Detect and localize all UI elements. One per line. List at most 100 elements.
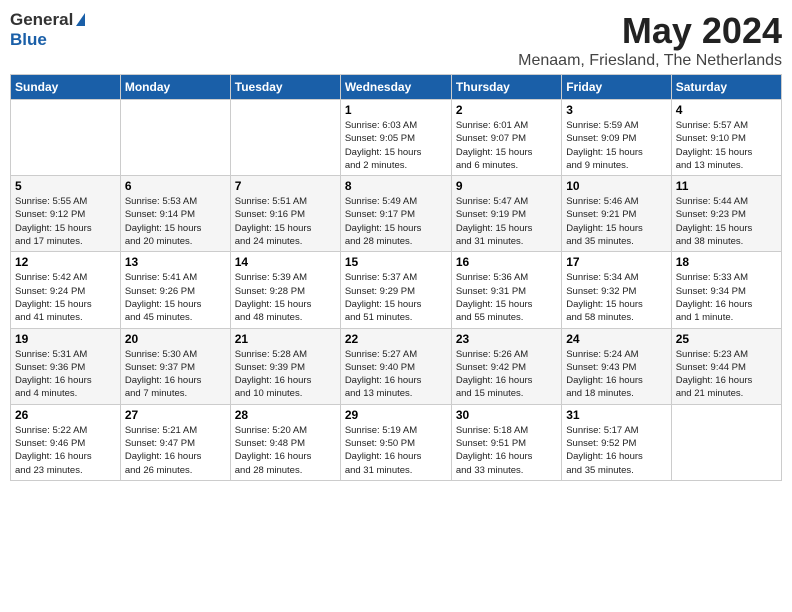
calendar-cell-w5-d0: 26 Sunrise: 5:22 AMSunset: 9:46 PMDayligh…: [11, 404, 121, 480]
day-info: Sunrise: 5:17 AMSunset: 9:52 PMDaylight:…: [566, 424, 666, 477]
calendar-cell-w4-d3: 22Sunrise: 5:27 AMSunset: 9:40 PMDayligh…: [340, 328, 451, 404]
day-number: 21: [235, 332, 336, 346]
calendar-cell-w4-d2: 21 Sunrise: 5:28 AMSunset: 9:39 PMDayligh…: [230, 328, 340, 404]
calendar-cell-w1-d3: 1 Sunrise: 6:03 AMSunset: 9:05 PMDaylight…: [340, 100, 451, 176]
day-info: Sunrise: 5:36 AMSunset: 9:31 PMDaylight:…: [456, 271, 557, 324]
day-info: Sunrise: 5:42 AMSunset: 9:24 PMDaylight:…: [15, 271, 116, 324]
day-info: Sunrise: 5:39 AMSunset: 9:28 PMDaylight:…: [235, 271, 336, 324]
day-info: Sunrise: 5:37 AMSunset: 9:29 PMDaylight:…: [345, 271, 447, 324]
calendar-header-row: Sunday Monday Tuesday Wednesday Thursday…: [11, 75, 782, 100]
day-info: Sunrise: 5:46 AMSunset: 9:21 PMDaylight:…: [566, 195, 666, 248]
header-friday: Friday: [562, 75, 671, 100]
calendar-cell-w5-d4: 30 Sunrise: 5:18 AMSunset: 9:51 PMDayligh…: [451, 404, 561, 480]
day-info: Sunrise: 6:03 AMSunset: 9:05 PMDaylight:…: [345, 119, 447, 172]
day-number: 28: [235, 408, 336, 422]
calendar-week-1: 1 Sunrise: 6:03 AMSunset: 9:05 PMDaylight…: [11, 100, 782, 176]
day-number: 16: [456, 255, 557, 269]
day-number: 30: [456, 408, 557, 422]
day-info: Sunrise: 5:33 AMSunset: 9:34 PMDaylight:…: [676, 271, 777, 324]
calendar: Sunday Monday Tuesday Wednesday Thursday…: [10, 74, 782, 481]
calendar-cell-w2-d5: 10 Sunrise: 5:46 AMSunset: 9:21 PMDayligh…: [562, 176, 671, 252]
header-saturday: Saturday: [671, 75, 781, 100]
day-info: Sunrise: 5:22 AMSunset: 9:46 PMDaylight:…: [15, 424, 116, 477]
calendar-cell-w1-d2: [230, 100, 340, 176]
header: General Blue May 2024 Menaam, Friesland,…: [10, 10, 782, 70]
day-number: 27: [125, 408, 226, 422]
logo-general: General: [10, 10, 73, 30]
day-info: Sunrise: 5:21 AMSunset: 9:47 PMDaylight:…: [125, 424, 226, 477]
day-number: 10: [566, 179, 666, 193]
day-number: 3: [566, 103, 666, 117]
calendar-week-4: 19Sunrise: 5:31 AMSunset: 9:36 PMDayligh…: [11, 328, 782, 404]
title-area: May 2024 Menaam, Friesland, The Netherla…: [518, 10, 782, 70]
day-number: 1: [345, 103, 447, 117]
day-number: 14: [235, 255, 336, 269]
calendar-cell-w2-d3: 8 Sunrise: 5:49 AMSunset: 9:17 PMDaylight…: [340, 176, 451, 252]
calendar-cell-w5-d1: 27 Sunrise: 5:21 AMSunset: 9:47 PMDayligh…: [120, 404, 230, 480]
calendar-week-5: 26 Sunrise: 5:22 AMSunset: 9:46 PMDayligh…: [11, 404, 782, 480]
calendar-cell-w4-d0: 19Sunrise: 5:31 AMSunset: 9:36 PMDayligh…: [11, 328, 121, 404]
logo-blue: Blue: [10, 30, 47, 50]
calendar-cell-w5-d5: 31 Sunrise: 5:17 AMSunset: 9:52 PMDayligh…: [562, 404, 671, 480]
day-number: 15: [345, 255, 447, 269]
header-thursday: Thursday: [451, 75, 561, 100]
calendar-cell-w1-d4: 2 Sunrise: 6:01 AMSunset: 9:07 PMDaylight…: [451, 100, 561, 176]
header-wednesday: Wednesday: [340, 75, 451, 100]
day-info: Sunrise: 5:18 AMSunset: 9:51 PMDaylight:…: [456, 424, 557, 477]
calendar-week-2: 5Sunrise: 5:55 AMSunset: 9:12 PMDaylight…: [11, 176, 782, 252]
day-info: Sunrise: 5:19 AMSunset: 9:50 PMDaylight:…: [345, 424, 447, 477]
day-number: 2: [456, 103, 557, 117]
day-number: 26: [15, 408, 116, 422]
day-info: Sunrise: 5:57 AMSunset: 9:10 PMDaylight:…: [676, 119, 777, 172]
day-number: 5: [15, 179, 116, 193]
day-info: Sunrise: 5:30 AMSunset: 9:37 PMDaylight:…: [125, 348, 226, 401]
logo-triangle-icon: [76, 13, 85, 26]
day-info: Sunrise: 5:20 AMSunset: 9:48 PMDaylight:…: [235, 424, 336, 477]
calendar-cell-w5-d2: 28 Sunrise: 5:20 AMSunset: 9:48 PMDayligh…: [230, 404, 340, 480]
day-info: Sunrise: 5:34 AMSunset: 9:32 PMDaylight:…: [566, 271, 666, 324]
calendar-cell-w3-d2: 14 Sunrise: 5:39 AMSunset: 9:28 PMDayligh…: [230, 252, 340, 328]
day-info: Sunrise: 5:31 AMSunset: 9:36 PMDaylight:…: [15, 348, 116, 401]
calendar-cell-w3-d5: 17 Sunrise: 5:34 AMSunset: 9:32 PMDayligh…: [562, 252, 671, 328]
day-info: Sunrise: 5:53 AMSunset: 9:14 PMDaylight:…: [125, 195, 226, 248]
day-number: 8: [345, 179, 447, 193]
day-info: Sunrise: 5:41 AMSunset: 9:26 PMDaylight:…: [125, 271, 226, 324]
logo: General Blue: [10, 10, 85, 50]
day-info: Sunrise: 6:01 AMSunset: 9:07 PMDaylight:…: [456, 119, 557, 172]
calendar-cell-w4-d6: 25 Sunrise: 5:23 AMSunset: 9:44 PMDayligh…: [671, 328, 781, 404]
calendar-cell-w2-d4: 9 Sunrise: 5:47 AMSunset: 9:19 PMDaylight…: [451, 176, 561, 252]
day-number: 4: [676, 103, 777, 117]
day-number: 7: [235, 179, 336, 193]
calendar-cell-w3-d1: 13 Sunrise: 5:41 AMSunset: 9:26 PMDayligh…: [120, 252, 230, 328]
day-info: Sunrise: 5:26 AMSunset: 9:42 PMDaylight:…: [456, 348, 557, 401]
day-info: Sunrise: 5:49 AMSunset: 9:17 PMDaylight:…: [345, 195, 447, 248]
calendar-cell-w1-d6: 4 Sunrise: 5:57 AMSunset: 9:10 PMDaylight…: [671, 100, 781, 176]
calendar-cell-w2-d6: 11Sunrise: 5:44 AMSunset: 9:23 PMDayligh…: [671, 176, 781, 252]
day-number: 25: [676, 332, 777, 346]
day-number: 6: [125, 179, 226, 193]
day-number: 20: [125, 332, 226, 346]
calendar-week-3: 12Sunrise: 5:42 AMSunset: 9:24 PMDayligh…: [11, 252, 782, 328]
day-number: 18: [676, 255, 777, 269]
day-info: Sunrise: 5:47 AMSunset: 9:19 PMDaylight:…: [456, 195, 557, 248]
day-info: Sunrise: 5:23 AMSunset: 9:44 PMDaylight:…: [676, 348, 777, 401]
calendar-cell-w1-d0: [11, 100, 121, 176]
day-number: 29: [345, 408, 447, 422]
location-title: Menaam, Friesland, The Netherlands: [518, 52, 782, 70]
calendar-cell-w2-d1: 6 Sunrise: 5:53 AMSunset: 9:14 PMDaylight…: [120, 176, 230, 252]
day-info: Sunrise: 5:28 AMSunset: 9:39 PMDaylight:…: [235, 348, 336, 401]
day-number: 31: [566, 408, 666, 422]
calendar-cell-w4-d4: 23 Sunrise: 5:26 AMSunset: 9:42 PMDayligh…: [451, 328, 561, 404]
day-number: 13: [125, 255, 226, 269]
day-number: 23: [456, 332, 557, 346]
month-title: May 2024: [518, 10, 782, 52]
day-info: Sunrise: 5:44 AMSunset: 9:23 PMDaylight:…: [676, 195, 777, 248]
calendar-cell-w2-d0: 5Sunrise: 5:55 AMSunset: 9:12 PMDaylight…: [11, 176, 121, 252]
calendar-cell-w5-d6: [671, 404, 781, 480]
day-number: 9: [456, 179, 557, 193]
day-number: 24: [566, 332, 666, 346]
calendar-cell-w4-d1: 20 Sunrise: 5:30 AMSunset: 9:37 PMDayligh…: [120, 328, 230, 404]
header-monday: Monday: [120, 75, 230, 100]
calendar-cell-w3-d3: 15 Sunrise: 5:37 AMSunset: 9:29 PMDayligh…: [340, 252, 451, 328]
day-number: 17: [566, 255, 666, 269]
